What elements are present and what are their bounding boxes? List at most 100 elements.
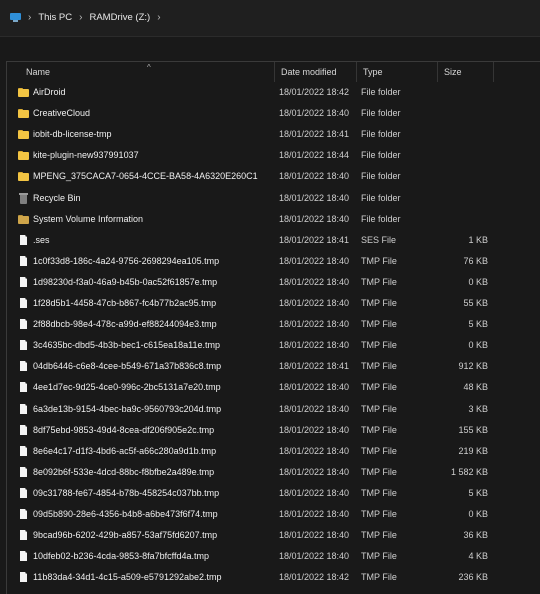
file-date: 18/01/2022 18:40 xyxy=(279,403,350,414)
file-type: TMP File xyxy=(361,340,397,351)
file-row[interactable]: 4ee1d7ec-9d25-4ce0-996c-2bc5131a7e20.tmp… xyxy=(7,377,540,398)
file-row[interactable]: 09c31788-fe67-4854-b78b-458254c037bb.tmp… xyxy=(7,483,540,504)
file-date: 18/01/2022 18:41 xyxy=(279,129,350,140)
file-icon xyxy=(18,234,29,246)
file-size xyxy=(443,166,488,187)
file-size: 36 KB xyxy=(463,530,488,541)
file-type: TMP File xyxy=(361,445,397,456)
file-icon xyxy=(18,319,29,330)
file-row[interactable]: 1f28d5b1-4458-47cb-b867-fc4b77b2ac95.tmp… xyxy=(7,293,540,314)
file-name: 1d98230d-f3a0-46a9-b45b-0ac52f61857e.tmp xyxy=(33,276,218,287)
folder-icon xyxy=(18,108,29,119)
file-row[interactable]: System Volume Information 18/01/2022 18:4… xyxy=(7,209,540,230)
file-row[interactable]: iobit-db-license-tmp 18/01/2022 18:41 File… xyxy=(7,124,540,145)
file-row[interactable]: 04db6446-c6e8-4cee-b549-671a37b836c8.tmp… xyxy=(7,356,540,377)
file-date: 18/01/2022 18:40 xyxy=(279,319,350,330)
file-row[interactable]: 8df75ebd-9853-49d4-8cea-df206f905e2c.tmp… xyxy=(7,420,540,441)
file-name: 3c4635bc-dbd5-4b3b-bec1-c615ea18a11e.tmp xyxy=(33,340,220,351)
file-size: 0 KB xyxy=(468,509,488,519)
file-icon xyxy=(18,298,29,309)
breadcrumb: › This PC › RAMDrive (Z:) › xyxy=(10,12,161,23)
file-type: File folder xyxy=(361,213,401,224)
file-list: ^ Name Date modified Type Size AirDroid 1… xyxy=(6,61,540,594)
folder-icon xyxy=(18,171,29,182)
column-date-label: Date modified xyxy=(281,67,337,77)
file-type: TMP File xyxy=(361,382,397,393)
file-row[interactable]: kite-plugin-new937991037 18/01/2022 18:44… xyxy=(7,145,540,166)
breadcrumb-ramdrive[interactable]: RAMDrive (Z:) xyxy=(89,12,150,23)
file-date: 18/01/2022 18:40 xyxy=(279,276,350,287)
this-pc-icon[interactable] xyxy=(10,13,21,22)
column-name-label: Name xyxy=(26,67,51,77)
file-size: 5 KB xyxy=(468,319,488,330)
file-type: TMP File xyxy=(361,319,397,330)
column-header-type[interactable]: Type xyxy=(356,62,437,82)
file-type: TMP File xyxy=(361,276,397,287)
file-name: 8e6e4c17-d1f3-4bd6-ac5f-a66c280a9d1b.tmp xyxy=(33,445,217,456)
file-size: 76 KB xyxy=(463,255,488,266)
file-row[interactable]: Recycle Bin 18/01/2022 18:40 File folder xyxy=(7,188,540,209)
file-icon xyxy=(18,403,29,415)
address-bar[interactable]: › This PC › RAMDrive (Z:) › xyxy=(0,0,540,37)
file-icon xyxy=(18,424,29,436)
file-type: TMP File xyxy=(361,403,397,414)
file-date: 18/01/2022 18:44 xyxy=(279,150,350,161)
file-type: TMP File xyxy=(361,255,397,266)
file-name: 09d5b890-28e6-4356-b4b8-a6be473f6f74.tmp xyxy=(33,509,218,519)
file-date: 18/01/2022 18:40 xyxy=(279,108,350,119)
column-size-label: Size xyxy=(444,67,462,77)
toolbar-area xyxy=(0,37,540,61)
file-type: File folder xyxy=(361,192,401,203)
file-row[interactable]: 8e092b6f-533e-4dcd-88bc-f8bfbe2a489e.tmp… xyxy=(7,462,540,483)
file-row[interactable]: 1d98230d-f3a0-46a9-b45b-0ac52f61857e.tmp… xyxy=(7,272,540,293)
file-date: 18/01/2022 18:40 xyxy=(279,340,350,351)
file-type: File folder xyxy=(361,108,401,119)
file-row[interactable]: 9bcad96b-6202-429b-a857-53af75fd6207.tmp… xyxy=(7,525,540,546)
chevron-right-icon[interactable]: › xyxy=(28,12,31,23)
file-name: iobit-db-license-tmp xyxy=(33,129,112,140)
file-name: .ses xyxy=(33,234,50,245)
file-size xyxy=(443,145,488,166)
file-name: 09c31788-fe67-4854-b78b-458254c037bb.tmp xyxy=(33,487,220,498)
column-header-date[interactable]: Date modified xyxy=(274,62,356,82)
column-header-size[interactable]: Size xyxy=(437,62,493,82)
file-type: TMP File xyxy=(361,361,397,372)
file-name: 4ee1d7ec-9d25-4ce0-996c-2bc5131a7e20.tmp xyxy=(33,382,221,393)
file-row[interactable]: 1c0f33d8-186c-4a24-9756-2698294ea105.tmp… xyxy=(7,251,540,272)
file-row[interactable]: 09d5b890-28e6-4356-b4b8-a6be473f6f74.tmp… xyxy=(7,504,540,525)
file-row[interactable]: AirDroid 18/01/2022 18:42 File folder xyxy=(7,82,540,103)
file-size: 4 KB xyxy=(468,551,488,562)
file-name: 1c0f33d8-186c-4a24-9756-2698294ea105.tmp xyxy=(33,255,220,266)
file-row[interactable]: 10dfeb02-b236-4cda-9853-8fa7bfcffd4a.tmp… xyxy=(7,546,540,567)
chevron-right-icon[interactable]: › xyxy=(79,12,82,23)
file-size: 1 582 KB xyxy=(450,466,488,477)
file-size xyxy=(443,188,488,209)
file-type: File folder xyxy=(361,87,401,97)
file-row[interactable]: 8e6e4c17-d1f3-4bd6-ac5f-a66c280a9d1b.tmp… xyxy=(7,441,540,462)
file-row[interactable]: .ses 18/01/2022 18:41 SES File 1 KB xyxy=(7,230,540,251)
file-row[interactable]: 3c4635bc-dbd5-4b3b-bec1-c615ea18a11e.tmp… xyxy=(7,335,540,356)
file-size: 3 KB xyxy=(468,403,488,414)
column-header-empty[interactable] xyxy=(493,62,540,82)
file-size: 55 KB xyxy=(463,298,488,308)
file-date: 18/01/2022 18:41 xyxy=(279,361,350,372)
file-size xyxy=(443,124,488,145)
file-row[interactable]: 11b83da4-34d1-4c15-a509-e5791292abe2.tmp… xyxy=(7,567,540,588)
folder-icon xyxy=(18,129,29,140)
breadcrumb-this-pc[interactable]: This PC xyxy=(38,12,72,23)
file-row[interactable]: CreativeCloud 18/01/2022 18:40 File folder xyxy=(7,103,540,124)
file-icon xyxy=(18,382,29,393)
file-size: 912 KB xyxy=(458,361,488,372)
file-row[interactable]: 2f88dbcb-98e4-478c-a99d-ef88244094e3.tmp… xyxy=(7,314,540,335)
chevron-right-icon[interactable]: › xyxy=(157,12,160,23)
file-date: 18/01/2022 18:42 xyxy=(279,87,350,97)
file-date: 18/01/2022 18:40 xyxy=(279,445,350,456)
column-header-name[interactable]: ^ Name xyxy=(7,62,274,82)
file-type: TMP File xyxy=(361,551,397,562)
file-date: 18/01/2022 18:40 xyxy=(279,171,350,182)
file-row[interactable]: MPENG_375CACA7-0654-4CCE-BA58-4A6320E260… xyxy=(7,166,540,187)
file-row[interactable]: 6a3de13b-9154-4bec-ba9c-9560793c204d.tmp… xyxy=(7,399,540,420)
file-size: 0 KB xyxy=(468,276,488,287)
file-icon xyxy=(18,487,29,499)
file-name: 9bcad96b-6202-429b-a857-53af75fd6207.tmp xyxy=(33,530,218,541)
